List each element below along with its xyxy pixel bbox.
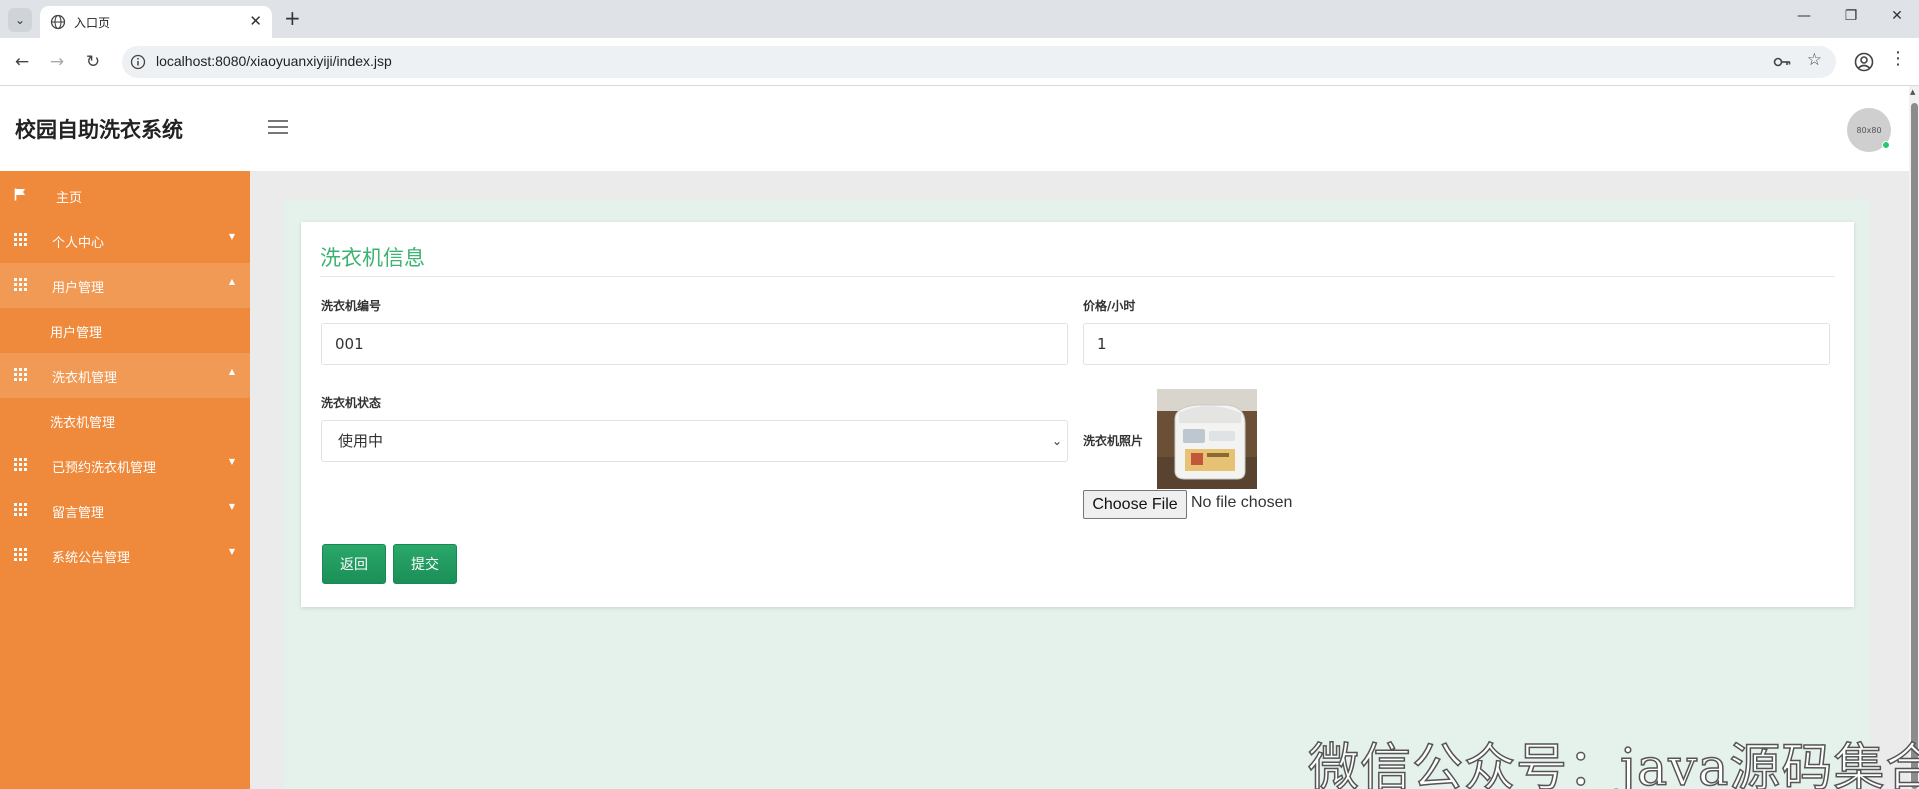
globe-icon <box>50 14 66 30</box>
forward-arrow-icon[interactable]: → <box>45 50 69 74</box>
app-title: 校园自助洗衣系统 <box>15 118 183 142</box>
reload-icon[interactable]: ↻ <box>81 50 105 74</box>
washer-number-label: 洗衣机编号 <box>321 299 382 313</box>
sidebar-item-label: 用户管理 <box>52 281 105 296</box>
sidebar-item-label: 主页 <box>56 191 83 206</box>
menu-dots-icon[interactable]: ⋮ <box>1888 48 1908 69</box>
flag-icon <box>14 188 25 201</box>
tab-search-button[interactable]: ⌄ <box>8 8 32 32</box>
bookmark-star-icon[interactable]: ☆ <box>1807 50 1822 70</box>
caret-down-icon: ▼ <box>228 502 235 511</box>
caret-down-icon: ▼ <box>228 547 235 556</box>
washer-status-label: 洗衣机状态 <box>321 396 382 410</box>
caret-up-icon: ▲ <box>228 367 235 376</box>
caret-up-icon: ▲ <box>228 277 235 286</box>
caret-down-icon: ▼ <box>228 232 235 241</box>
sidebar-item-label: 个人中心 <box>52 236 105 251</box>
back-button[interactable]: 返回 <box>322 544 386 584</box>
sidebar-item-reserved-washers[interactable]: 已预约洗衣机管理 ▼ <box>0 443 250 488</box>
close-tab-icon[interactable]: ✕ <box>249 12 262 30</box>
restore-button[interactable]: ❐ <box>1836 8 1866 24</box>
site-info-icon[interactable] <box>130 54 146 70</box>
browser-tab[interactable]: 入口页 ✕ <box>40 6 272 38</box>
grid-icon <box>14 278 27 291</box>
price-input[interactable]: 1 <box>1083 323 1830 365</box>
sidebar-subitem-washer-management[interactable]: 洗衣机管理 <box>0 398 250 443</box>
profile-icon[interactable] <box>1852 50 1876 74</box>
form-title: 洗衣机信息 <box>320 246 425 270</box>
washer-status-select[interactable]: 使用中 ⌄ <box>321 420 1068 462</box>
washer-photo <box>1157 389 1257 489</box>
sidebar-subitem-user-management[interactable]: 用户管理 <box>0 308 250 353</box>
price-label: 价格/小时 <box>1083 299 1136 313</box>
sidebar-item-label: 已预约洗衣机管理 <box>52 461 157 476</box>
sidebar-subitem-label: 用户管理 <box>50 326 103 341</box>
sidebar-item-label: 留言管理 <box>52 506 105 521</box>
sidebar-item-home[interactable]: 主页 <box>0 173 250 218</box>
avatar-text: 80x80 <box>1856 125 1882 135</box>
washer-photo-label: 洗衣机照片 <box>1083 434 1144 448</box>
submit-button[interactable]: 提交 <box>393 544 457 584</box>
file-status-text: No file chosen <box>1191 494 1293 511</box>
chevron-down-icon: ⌄ <box>1051 434 1062 448</box>
hamburger-menu-icon[interactable] <box>268 120 288 136</box>
key-icon[interactable] <box>1772 52 1792 72</box>
address-bar[interactable]: localhost:8080/xiaoyuanxiyiji/index.jsp … <box>122 46 1836 78</box>
browser-tab-strip: ⌄ 入口页 ✕ + — ❐ ✕ <box>0 0 1919 38</box>
grid-icon <box>14 368 27 381</box>
grid-icon <box>14 458 27 471</box>
watermark-text: 微信公众号：java源码集合 <box>1307 738 1919 789</box>
grid-icon <box>14 233 27 246</box>
back-arrow-icon[interactable]: ← <box>10 50 34 74</box>
sidebar-item-label: 系统公告管理 <box>52 551 131 566</box>
washer-number-input[interactable]: 001 <box>321 323 1068 365</box>
scrollbar-thumb[interactable] <box>1911 103 1918 789</box>
sidebar-item-announcements[interactable]: 系统公告管理 ▼ <box>0 533 250 578</box>
grid-icon <box>14 503 27 516</box>
online-status-dot <box>1882 141 1890 149</box>
form-card <box>301 222 1854 607</box>
choose-file-button[interactable]: Choose File <box>1083 490 1187 519</box>
grid-icon <box>14 548 27 561</box>
scroll-up-arrow-icon[interactable]: ▲ <box>1910 88 1915 96</box>
app-header: 校园自助洗衣系统 80x80 <box>0 86 1909 171</box>
browser-toolbar: ← → ↻ localhost:8080/xiaoyuanxiyiji/inde… <box>0 38 1919 86</box>
divider <box>320 276 1835 277</box>
sidebar-subitem-label: 洗衣机管理 <box>50 416 116 431</box>
caret-down-icon: ▼ <box>228 457 235 466</box>
sidebar-item-messages[interactable]: 留言管理 ▼ <box>0 488 250 533</box>
new-tab-button[interactable]: + <box>284 6 301 30</box>
sidebar: 主页 个人中心 ▼ 用户管理 ▲ 用户管理 洗衣机管理 ▲ 洗衣机管理 已预约洗… <box>0 171 250 789</box>
tab-title: 入口页 <box>74 16 111 30</box>
minimize-button[interactable]: — <box>1789 8 1819 24</box>
sidebar-item-user-management[interactable]: 用户管理 ▲ <box>0 263 250 308</box>
sidebar-item-label: 洗衣机管理 <box>52 371 118 386</box>
sidebar-item-washer-management[interactable]: 洗衣机管理 ▲ <box>0 353 250 398</box>
selected-status: 使用中 <box>338 432 384 450</box>
url-text[interactable]: localhost:8080/xiaoyuanxiyiji/index.jsp <box>156 53 392 69</box>
chevron-down-icon: ⌄ <box>14 13 26 27</box>
sidebar-item-personal-center[interactable]: 个人中心 ▼ <box>0 218 250 263</box>
close-window-button[interactable]: ✕ <box>1882 8 1912 24</box>
